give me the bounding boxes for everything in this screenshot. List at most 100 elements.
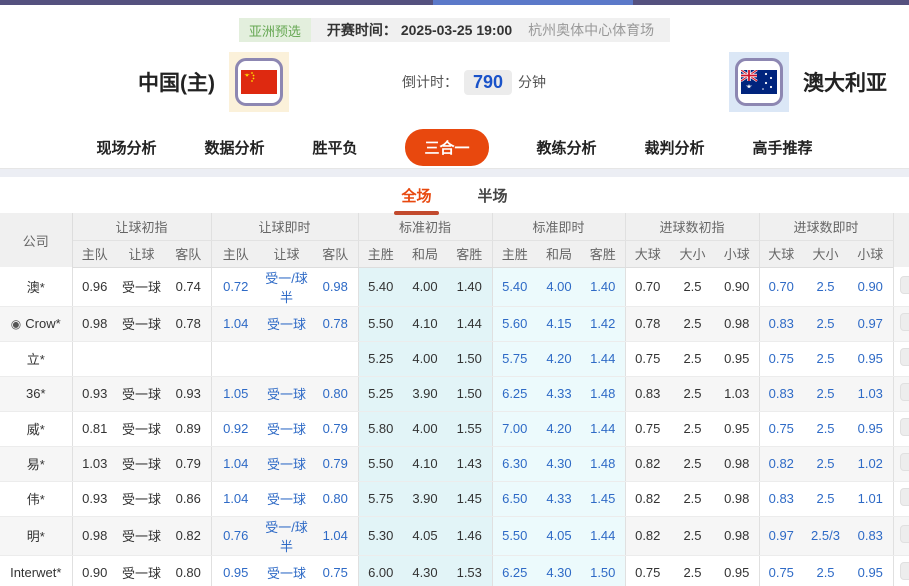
- nav-tab-expert-picks[interactable]: 高手推荐: [753, 137, 813, 158]
- extra-cell: [893, 516, 909, 555]
- home-team-name: 中国(主): [138, 67, 215, 97]
- odds-cell: 受一球: [117, 376, 166, 411]
- odds-cell: 0.80: [166, 555, 211, 586]
- odds-cell: 0.95: [715, 555, 759, 586]
- trend-button[interactable]: [900, 383, 909, 401]
- team-header: 中国(主) 倒计时： 790 分钟: [0, 42, 909, 124]
- trend-button[interactable]: [900, 562, 909, 580]
- odds-cell: 3.90: [403, 376, 447, 411]
- odds-cell: 受一球: [260, 481, 313, 516]
- odds-cell: 受一球: [260, 555, 313, 586]
- odds-cell: 4.20: [537, 411, 581, 446]
- sub-column-header: 大小: [670, 240, 715, 267]
- trend-button[interactable]: [900, 418, 909, 436]
- odds-cell: 受一/球半: [260, 516, 313, 555]
- odds-cell: 0.74: [166, 267, 211, 306]
- odds-cell: 0.82: [759, 446, 803, 481]
- odds-cell: 0.90: [72, 555, 117, 586]
- odds-cell: 1.40: [581, 267, 625, 306]
- odds-cell: 0.75: [625, 341, 670, 376]
- odds-cell: 4.10: [403, 446, 447, 481]
- odds-cell: 0.97: [848, 306, 893, 341]
- odds-cell: 0.79: [313, 411, 358, 446]
- odds-cell: 4.10: [403, 306, 447, 341]
- company-cell: 易*: [0, 446, 72, 481]
- odds-cell: [313, 341, 358, 376]
- trend-button[interactable]: [900, 276, 909, 294]
- odds-cell: 0.97: [759, 516, 803, 555]
- odds-cell: 0.98: [72, 516, 117, 555]
- nav-tab-coach-analysis[interactable]: 教练分析: [537, 137, 597, 158]
- odds-cell: 2.5: [670, 267, 715, 306]
- extra-cell: [893, 376, 909, 411]
- odds-cell: 1.53: [447, 555, 492, 586]
- odds-cell: 5.25: [358, 341, 403, 376]
- nav-tab-live-analysis[interactable]: 现场分析: [96, 137, 156, 158]
- odds-cell: 0.98: [313, 267, 358, 306]
- odds-cell: 0.82: [166, 516, 211, 555]
- sub-column-header: 和局: [537, 240, 581, 267]
- odds-cell: 0.82: [625, 516, 670, 555]
- company-cell: 澳*: [0, 267, 72, 306]
- company-name: Interwet*: [10, 565, 61, 580]
- top-progress-segment: [433, 0, 633, 5]
- league-badge: 亚洲预选: [239, 18, 311, 42]
- odds-cell: 0.89: [166, 411, 211, 446]
- kickoff-info: 开赛时间： 2025-03-25 19:00 杭州奥体中心体育场: [311, 18, 670, 42]
- odds-cell: 2.5: [803, 411, 848, 446]
- odds-cell: 5.75: [492, 341, 537, 376]
- odds-cell: 4.00: [403, 267, 447, 306]
- odds-cell: 6.25: [492, 376, 537, 411]
- odds-cell: 受一球: [117, 411, 166, 446]
- odds-cell: 0.83: [759, 481, 803, 516]
- subtab-half-time[interactable]: 半场: [478, 185, 508, 206]
- extra-cell: [893, 411, 909, 446]
- away-team-name: 澳大利亚: [803, 67, 887, 97]
- group-header: 让球即时: [211, 213, 358, 240]
- trend-button[interactable]: [900, 348, 909, 366]
- odds-cell: 5.50: [358, 306, 403, 341]
- nav-tab-referee-analysis[interactable]: 裁判分析: [645, 137, 705, 158]
- odds-cell: 0.95: [211, 555, 260, 586]
- table-row: ◉Crow*0.98受一球0.781.04受一球0.785.504.101.44…: [0, 306, 909, 341]
- odds-cell: 1.03: [848, 376, 893, 411]
- odds-cell: 0.82: [625, 481, 670, 516]
- nav-tab-three-in-one[interactable]: 三合一: [405, 129, 488, 166]
- odds-cell: 0.90: [715, 267, 759, 306]
- away-team: 澳大利亚: [729, 52, 887, 112]
- odds-cell: 0.96: [72, 267, 117, 306]
- trend-button[interactable]: [900, 313, 909, 331]
- extra-cell: [893, 306, 909, 341]
- odds-cell: 受一球: [117, 516, 166, 555]
- odds-cell: 0.83: [625, 376, 670, 411]
- group-header: 标准初指: [358, 213, 492, 240]
- odds-cell: 2.5: [803, 376, 848, 411]
- odds-cell: 1.50: [581, 555, 625, 586]
- odds-cell: 2.5: [803, 555, 848, 586]
- subtab-full-time[interactable]: 全场: [401, 185, 431, 206]
- nav-tab-win-draw-lose[interactable]: 胜平负: [312, 137, 357, 158]
- trend-button[interactable]: [900, 525, 909, 543]
- period-subtabs: 全场 半场: [0, 177, 909, 213]
- china-flag-icon: [235, 58, 283, 106]
- odds-cell: 5.80: [358, 411, 403, 446]
- odds-cell: 4.05: [537, 516, 581, 555]
- trend-button[interactable]: [900, 453, 909, 471]
- odds-cell: 0.78: [625, 306, 670, 341]
- kickoff-label: 开赛时间：: [327, 20, 397, 40]
- odds-cell: 2.5: [670, 411, 715, 446]
- company-name: 伟*: [27, 492, 45, 507]
- away-flag-box: [729, 52, 789, 112]
- trend-button[interactable]: [900, 488, 909, 506]
- sub-column-header: 客胜: [447, 240, 492, 267]
- countdown-label: 倒计时：: [402, 72, 458, 92]
- company-column-header: 公司: [0, 213, 72, 267]
- table-row: 易*1.03受一球0.791.04受一球0.795.504.101.436.30…: [0, 446, 909, 481]
- odds-cell: 0.98: [715, 516, 759, 555]
- odds-cell: 0.98: [715, 481, 759, 516]
- odds-cell: 0.92: [211, 411, 260, 446]
- odds-cell: 1.50: [447, 376, 492, 411]
- odds-table-head: 公司让球初指让球即时标准初指标准即时进球数初指进球数即时主队让球客队主队让球客队…: [0, 213, 909, 267]
- odds-cell: 受一球: [117, 481, 166, 516]
- nav-tab-data-analysis[interactable]: 数据分析: [204, 137, 264, 158]
